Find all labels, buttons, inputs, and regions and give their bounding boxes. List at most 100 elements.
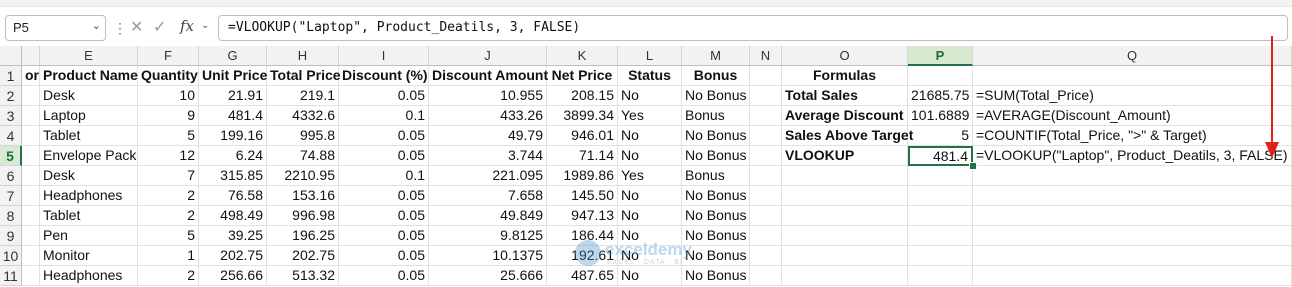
cell[interactable] <box>750 186 782 206</box>
table-cell[interactable]: Headphones <box>40 266 138 286</box>
row-header[interactable]: 5 <box>0 146 22 166</box>
table-cell[interactable]: 145.50 <box>547 186 618 206</box>
cell[interactable] <box>782 166 908 186</box>
table-cell[interactable]: 39.25 <box>199 226 267 246</box>
table-cell[interactable]: 433.26 <box>429 106 547 126</box>
column-header[interactable]: N <box>750 46 782 66</box>
name-box[interactable]: P5 ⌄ <box>5 15 106 41</box>
cell[interactable] <box>750 66 782 86</box>
column-title[interactable]: Discount (%) <box>339 66 429 86</box>
table-cell[interactable]: 0.05 <box>339 206 429 226</box>
formula-label[interactable]: Sales Above Target <box>782 126 913 146</box>
table-cell[interactable]: 5 <box>138 126 199 146</box>
table-cell[interactable]: 74.88 <box>267 146 339 166</box>
table-cell[interactable]: 21.91 <box>199 86 267 106</box>
table-cell[interactable]: Headphones <box>40 186 138 206</box>
formula-text-cell[interactable]: =AVERAGE(Discount_Amount) <box>973 106 1292 126</box>
table-cell[interactable]: 996.98 <box>267 206 339 226</box>
table-cell[interactable]: Monitor <box>40 246 138 266</box>
insert-function-icon[interactable]: fx <box>180 17 194 35</box>
table-cell[interactable]: 1 <box>138 246 199 266</box>
table-cell[interactable]: No Bonus <box>682 186 750 206</box>
table-cell[interactable]: 49.79 <box>429 126 547 146</box>
table-cell[interactable]: 153.16 <box>267 186 339 206</box>
column-title[interactable]: Discount Amount <box>429 66 548 86</box>
cell[interactable] <box>750 246 782 266</box>
table-cell[interactable]: No Bonus <box>682 146 750 166</box>
table-cell[interactable]: 6.24 <box>199 146 267 166</box>
table-cell[interactable]: 25.666 <box>429 266 547 286</box>
table-cell[interactable]: 10.955 <box>429 86 547 106</box>
table-cell[interactable]: Yes <box>618 166 682 186</box>
table-cell[interactable]: Desk <box>40 86 138 106</box>
column-title[interactable]: Unit Price <box>199 66 267 86</box>
formula-value[interactable]: 5 <box>908 126 973 146</box>
table-cell[interactable]: 208.15 <box>547 86 618 106</box>
cell[interactable] <box>22 206 40 226</box>
more-options-icon[interactable]: ⋮ <box>113 20 127 37</box>
cell[interactable] <box>973 226 1292 246</box>
select-all-corner[interactable] <box>0 46 22 66</box>
table-cell[interactable]: 481.4 <box>199 106 267 126</box>
row-header[interactable]: 8 <box>0 206 22 226</box>
table-cell[interactable]: 196.25 <box>267 226 339 246</box>
table-cell[interactable]: Bonus <box>682 166 750 186</box>
row-header[interactable]: 11 <box>0 266 22 286</box>
column-title[interactable]: Net Price <box>547 66 618 86</box>
table-cell[interactable]: 2 <box>138 266 199 286</box>
table-cell[interactable]: 10.1375 <box>429 246 547 266</box>
column-title[interactable]: Status <box>618 66 682 86</box>
table-cell[interactable]: No Bonus <box>682 86 750 106</box>
cell[interactable] <box>22 226 40 246</box>
table-cell[interactable]: No <box>618 86 682 106</box>
cell[interactable] <box>22 166 40 186</box>
table-cell[interactable]: No <box>618 186 682 206</box>
formula-text-cell[interactable]: =VLOOKUP("Laptop", Product_Deatils, 3, F… <box>973 146 1292 166</box>
formula-text-cell[interactable]: =SUM(Total_Price) <box>973 86 1292 106</box>
cell[interactable] <box>750 106 782 126</box>
fill-handle[interactable] <box>969 162 977 170</box>
cell[interactable] <box>22 186 40 206</box>
table-cell[interactable]: 2210.95 <box>267 166 339 186</box>
table-cell[interactable]: 0.05 <box>339 246 429 266</box>
cell[interactable] <box>782 266 908 286</box>
column-header[interactable] <box>22 46 40 66</box>
table-cell[interactable]: 0.05 <box>339 146 429 166</box>
table-cell[interactable]: 9.8125 <box>429 226 547 246</box>
table-cell[interactable]: Bonus <box>682 106 750 126</box>
cell[interactable] <box>973 186 1292 206</box>
table-cell[interactable]: 2 <box>138 186 199 206</box>
cell[interactable] <box>908 246 973 266</box>
row-header[interactable]: 6 <box>0 166 22 186</box>
table-cell[interactable]: 1989.86 <box>547 166 618 186</box>
cell[interactable] <box>750 206 782 226</box>
column-header[interactable]: I <box>339 46 429 66</box>
cell[interactable] <box>973 66 1292 86</box>
cell[interactable] <box>22 86 40 106</box>
cell[interactable] <box>908 186 973 206</box>
table-cell[interactable]: No <box>618 126 682 146</box>
formula-label[interactable]: Total Sales <box>782 86 908 106</box>
column-title[interactable]: Product Name <box>40 66 138 86</box>
column-header[interactable]: L <box>618 46 682 66</box>
row-header[interactable]: 3 <box>0 106 22 126</box>
table-cell[interactable]: 7.658 <box>429 186 547 206</box>
enter-icon[interactable]: ✓ <box>153 17 166 37</box>
table-cell[interactable]: 221.095 <box>429 166 547 186</box>
table-cell[interactable]: 9 <box>138 106 199 126</box>
cell[interactable] <box>782 246 908 266</box>
formulas-heading[interactable]: Formulas <box>782 66 908 86</box>
table-cell[interactable]: 199.16 <box>199 126 267 146</box>
table-cell[interactable]: 0.05 <box>339 226 429 246</box>
table-cell[interactable]: 4332.6 <box>267 106 339 126</box>
active-cell[interactable]: 481.4 <box>908 146 973 166</box>
column-header[interactable]: J <box>429 46 547 66</box>
row-header[interactable]: 10 <box>0 246 22 266</box>
table-cell[interactable]: 946.01 <box>547 126 618 146</box>
formula-value[interactable]: 21685.75 <box>908 86 973 106</box>
chevron-down-icon[interactable]: ⌄ <box>201 20 209 31</box>
cell[interactable] <box>973 266 1292 286</box>
table-cell[interactable]: 3.744 <box>429 146 547 166</box>
table-cell[interactable]: 202.75 <box>199 246 267 266</box>
table-cell[interactable]: 0.05 <box>339 126 429 146</box>
